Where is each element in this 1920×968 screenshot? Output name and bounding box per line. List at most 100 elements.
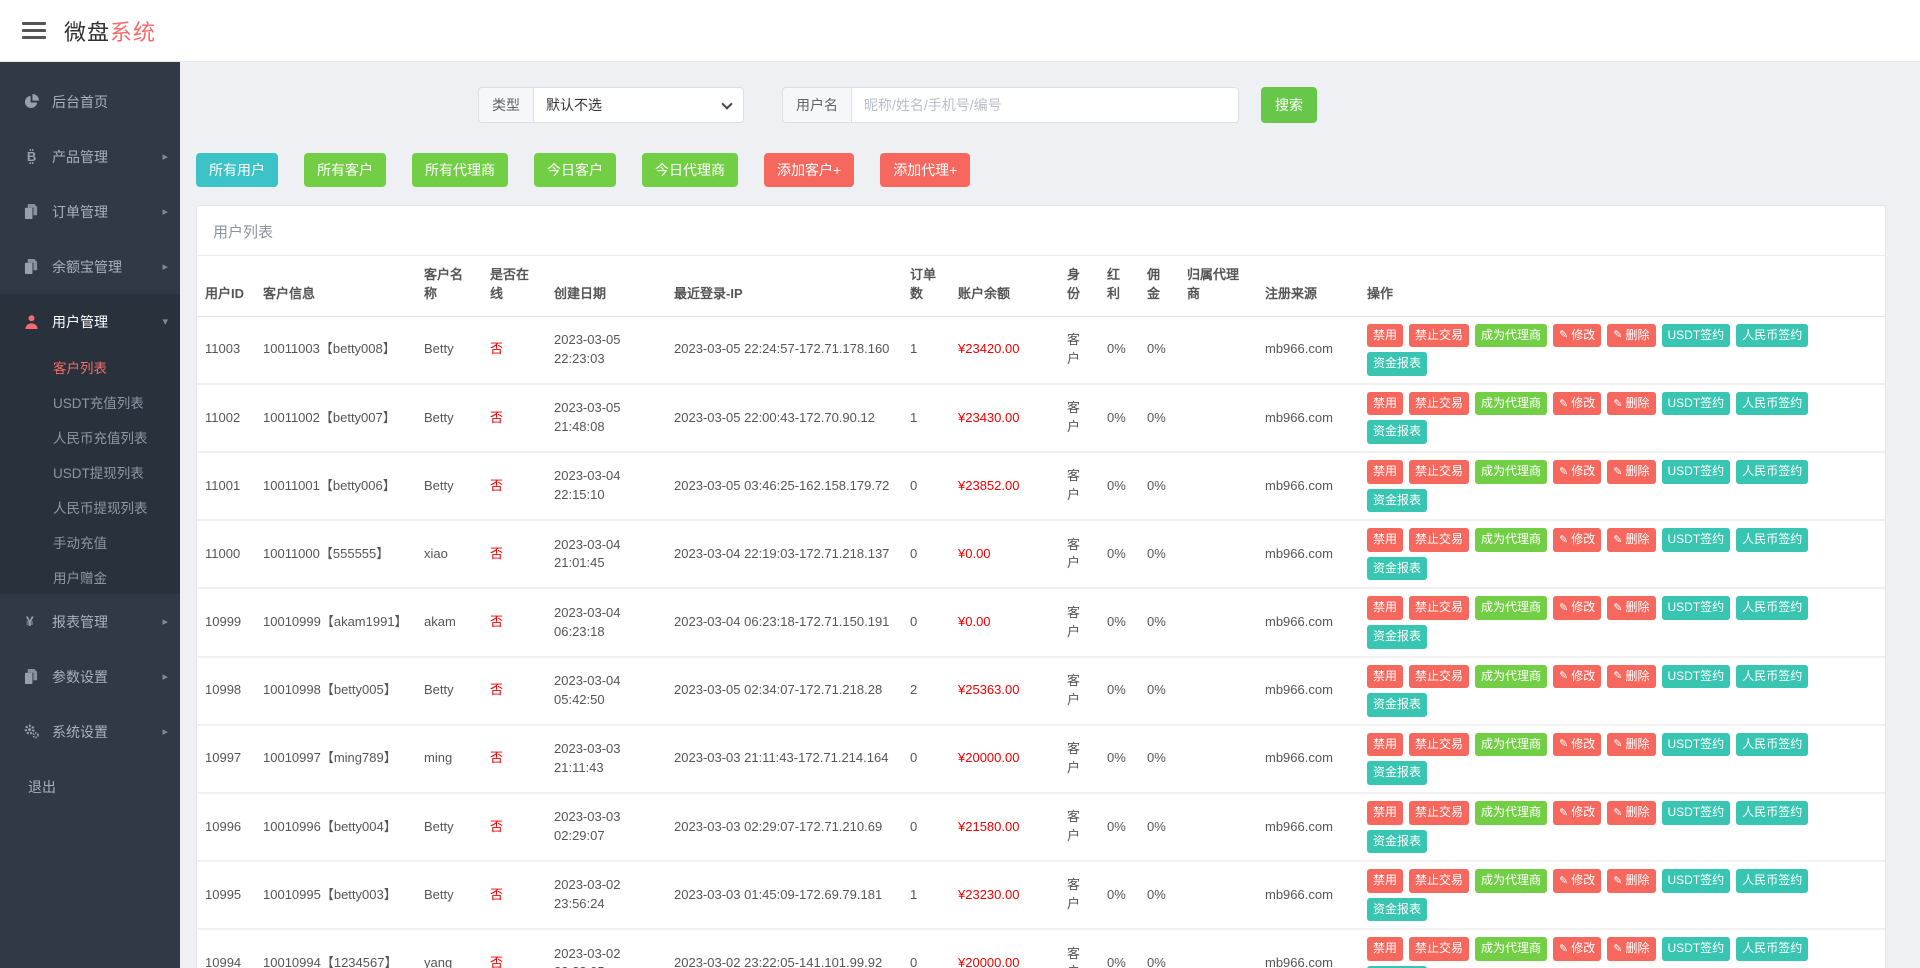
- rmb-sign-button[interactable]: 人民币签约: [1736, 324, 1808, 348]
- rmb-sign-button[interactable]: 人民币签约: [1736, 801, 1808, 825]
- rmb-sign-button[interactable]: 人民币签约: [1736, 460, 1808, 484]
- edit-button[interactable]: ✎修改: [1553, 528, 1601, 552]
- rmb-sign-button[interactable]: 人民币签约: [1736, 528, 1808, 552]
- funds-report-button[interactable]: 资金报表: [1367, 352, 1427, 376]
- disable-button[interactable]: 禁用: [1367, 392, 1403, 416]
- rmb-sign-button[interactable]: 人民币签约: [1736, 392, 1808, 416]
- usdt-sign-button[interactable]: USDT签约: [1662, 528, 1731, 552]
- rmb-sign-button[interactable]: 人民币签约: [1736, 665, 1808, 689]
- forbid-trade-button[interactable]: 禁止交易: [1409, 665, 1469, 689]
- delete-button[interactable]: ✎删除: [1607, 596, 1655, 620]
- forbid-trade-button[interactable]: 禁止交易: [1409, 392, 1469, 416]
- rmb-sign-button[interactable]: 人民币签约: [1736, 937, 1808, 961]
- forbid-trade-button[interactable]: 禁止交易: [1409, 937, 1469, 961]
- rmb-sign-button[interactable]: 人民币签约: [1736, 869, 1808, 893]
- sidebar-item-rmb-deposit-list[interactable]: 人民币充值列表: [0, 419, 180, 454]
- delete-button[interactable]: ✎删除: [1607, 528, 1655, 552]
- sidebar-item-customer-list[interactable]: 客户列表: [0, 349, 180, 384]
- sidebar-item-user-bonus[interactable]: 用户赠金: [0, 559, 180, 594]
- delete-button[interactable]: ✎删除: [1607, 460, 1655, 484]
- username-input[interactable]: [851, 87, 1239, 123]
- become-agent-button[interactable]: 成为代理商: [1475, 869, 1547, 893]
- usdt-sign-button[interactable]: USDT签约: [1662, 937, 1731, 961]
- sidebar-item-yuebao[interactable]: 余额宝管理 ▸: [0, 239, 180, 294]
- delete-button[interactable]: ✎删除: [1607, 733, 1655, 757]
- usdt-sign-button[interactable]: USDT签约: [1662, 324, 1731, 348]
- disable-button[interactable]: 禁用: [1367, 596, 1403, 620]
- edit-button[interactable]: ✎修改: [1553, 937, 1601, 961]
- disable-button[interactable]: 禁用: [1367, 801, 1403, 825]
- add-customer-button[interactable]: 添加客户+: [764, 153, 854, 187]
- edit-button[interactable]: ✎修改: [1553, 596, 1601, 620]
- today-agents-button[interactable]: 今日代理商: [642, 153, 738, 187]
- all-users-button[interactable]: 所有用户: [196, 153, 278, 187]
- become-agent-button[interactable]: 成为代理商: [1475, 460, 1547, 484]
- delete-button[interactable]: ✎删除: [1607, 801, 1655, 825]
- funds-report-button[interactable]: 资金报表: [1367, 557, 1427, 581]
- disable-button[interactable]: 禁用: [1367, 460, 1403, 484]
- usdt-sign-button[interactable]: USDT签约: [1662, 392, 1731, 416]
- rmb-sign-button[interactable]: 人民币签约: [1736, 733, 1808, 757]
- rmb-sign-button[interactable]: 人民币签约: [1736, 596, 1808, 620]
- become-agent-button[interactable]: 成为代理商: [1475, 733, 1547, 757]
- delete-button[interactable]: ✎删除: [1607, 324, 1655, 348]
- usdt-sign-button[interactable]: USDT签约: [1662, 665, 1731, 689]
- become-agent-button[interactable]: 成为代理商: [1475, 324, 1547, 348]
- sidebar-item-manual-deposit[interactable]: 手动充值: [0, 524, 180, 559]
- become-agent-button[interactable]: 成为代理商: [1475, 801, 1547, 825]
- edit-button[interactable]: ✎修改: [1553, 869, 1601, 893]
- delete-button[interactable]: ✎删除: [1607, 665, 1655, 689]
- sidebar-item-users[interactable]: 用户管理 ▾: [0, 294, 180, 349]
- disable-button[interactable]: 禁用: [1367, 665, 1403, 689]
- add-agent-button[interactable]: 添加代理+: [880, 153, 970, 187]
- sidebar-item-dashboard[interactable]: 后台首页: [0, 74, 180, 129]
- sidebar-item-reports[interactable]: ¥ 报表管理 ▸: [0, 594, 180, 649]
- edit-button[interactable]: ✎修改: [1553, 665, 1601, 689]
- disable-button[interactable]: 禁用: [1367, 869, 1403, 893]
- menu-icon[interactable]: [22, 18, 46, 43]
- forbid-trade-button[interactable]: 禁止交易: [1409, 528, 1469, 552]
- delete-button[interactable]: ✎删除: [1607, 869, 1655, 893]
- become-agent-button[interactable]: 成为代理商: [1475, 665, 1547, 689]
- usdt-sign-button[interactable]: USDT签约: [1662, 460, 1731, 484]
- edit-button[interactable]: ✎修改: [1553, 460, 1601, 484]
- sidebar-item-parameters[interactable]: 参数设置 ▸: [0, 649, 180, 704]
- usdt-sign-button[interactable]: USDT签约: [1662, 596, 1731, 620]
- edit-button[interactable]: ✎修改: [1553, 392, 1601, 416]
- sidebar-item-usdt-deposit-list[interactable]: USDT充值列表: [0, 384, 180, 419]
- disable-button[interactable]: 禁用: [1367, 528, 1403, 552]
- forbid-trade-button[interactable]: 禁止交易: [1409, 460, 1469, 484]
- forbid-trade-button[interactable]: 禁止交易: [1409, 801, 1469, 825]
- disable-button[interactable]: 禁用: [1367, 937, 1403, 961]
- delete-button[interactable]: ✎删除: [1607, 937, 1655, 961]
- disable-button[interactable]: 禁用: [1367, 324, 1403, 348]
- funds-report-button[interactable]: 资金报表: [1367, 830, 1427, 854]
- usdt-sign-button[interactable]: USDT签约: [1662, 869, 1731, 893]
- sidebar-item-rmb-withdraw-list[interactable]: 人民币提现列表: [0, 489, 180, 524]
- become-agent-button[interactable]: 成为代理商: [1475, 596, 1547, 620]
- today-customers-button[interactable]: 今日客户: [534, 153, 616, 187]
- funds-report-button[interactable]: 资金报表: [1367, 420, 1427, 444]
- sidebar-item-products[interactable]: B 产品管理 ▸: [0, 129, 180, 184]
- usdt-sign-button[interactable]: USDT签约: [1662, 801, 1731, 825]
- search-button[interactable]: 搜索: [1261, 87, 1317, 123]
- sidebar-item-system[interactable]: 系统设置 ▸: [0, 704, 180, 759]
- sidebar-item-usdt-withdraw-list[interactable]: USDT提现列表: [0, 454, 180, 489]
- type-select[interactable]: 默认不选: [533, 87, 744, 123]
- all-customers-button[interactable]: 所有客户: [304, 153, 386, 187]
- funds-report-button[interactable]: 资金报表: [1367, 693, 1427, 717]
- forbid-trade-button[interactable]: 禁止交易: [1409, 596, 1469, 620]
- forbid-trade-button[interactable]: 禁止交易: [1409, 869, 1469, 893]
- delete-button[interactable]: ✎删除: [1607, 392, 1655, 416]
- funds-report-button[interactable]: 资金报表: [1367, 761, 1427, 785]
- funds-report-button[interactable]: 资金报表: [1367, 898, 1427, 922]
- edit-button[interactable]: ✎修改: [1553, 324, 1601, 348]
- disable-button[interactable]: 禁用: [1367, 733, 1403, 757]
- forbid-trade-button[interactable]: 禁止交易: [1409, 324, 1469, 348]
- usdt-sign-button[interactable]: USDT签约: [1662, 733, 1731, 757]
- become-agent-button[interactable]: 成为代理商: [1475, 528, 1547, 552]
- all-agents-button[interactable]: 所有代理商: [412, 153, 508, 187]
- sidebar-item-orders[interactable]: 订单管理 ▸: [0, 184, 180, 239]
- funds-report-button[interactable]: 资金报表: [1367, 489, 1427, 513]
- funds-report-button[interactable]: 资金报表: [1367, 625, 1427, 649]
